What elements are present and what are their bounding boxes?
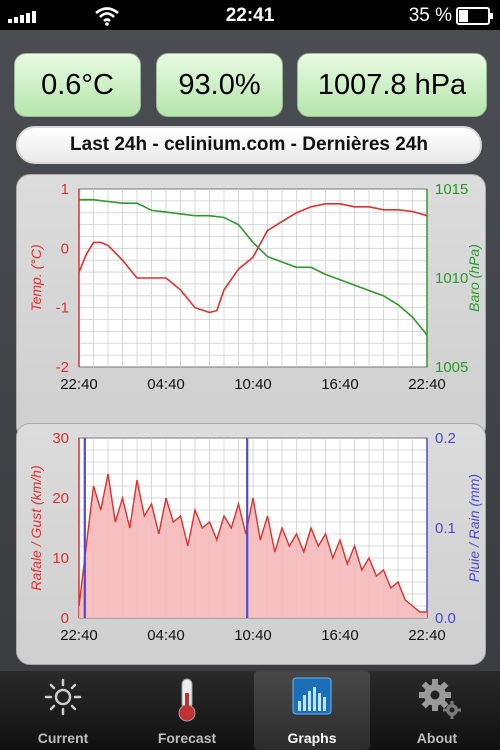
- gust-rain-chart-panel: 22:40 04:40 10:40 16:40 22:40 30 20 10 0 0.2 0.1 0.…: [16, 423, 486, 665]
- y-left-tick-label: -1: [56, 300, 69, 317]
- humidity-reading: 93.0%: [156, 53, 283, 117]
- y-left-tick-label: 1: [61, 181, 69, 198]
- y-left-tick-label: 0: [61, 610, 69, 627]
- y-left-tick-label: 30: [52, 430, 69, 447]
- tab-graphs[interactable]: Graphs: [254, 671, 370, 750]
- y-left-axis-label: Temp. (°C): [28, 244, 44, 311]
- x-tick-label: 22:40: [408, 627, 446, 644]
- temperature-pressure-chart: 22:40 04:40 10:40 16:40 22:40 1 0 -1 -2 1015 1010 1…: [28, 181, 482, 393]
- tab-bar: Current Forecast Graphs About: [0, 671, 500, 750]
- tab-forecast-label: Forecast: [157, 730, 217, 746]
- y-right-axis-label: Baro (hPa): [466, 244, 482, 312]
- y-right-tick-label: 0.1: [435, 520, 456, 537]
- y-left-tick-label: -2: [56, 359, 69, 376]
- y-right-tick-label: 1005: [435, 359, 468, 376]
- tab-about[interactable]: About: [379, 671, 495, 750]
- y-left-tick-label: 20: [52, 490, 69, 507]
- temperature-pressure-chart-panel: 22:40 04:40 10:40 16:40 22:40 1 0 -1 -2 1015 1010 1…: [16, 174, 486, 440]
- gust-rain-chart: 22:40 04:40 10:40 16:40 22:40 30 20 10 0 0.2 0.1 0.…: [28, 430, 482, 644]
- battery-percent: 35 %: [408, 5, 452, 26]
- tab-graphs-label: Graphs: [287, 730, 337, 746]
- x-tick-label: 04:40: [147, 627, 185, 644]
- y-right-tick-label: 0.2: [435, 430, 456, 447]
- status-bar: 22:41 35 %: [0, 0, 500, 30]
- bar-chart-icon: [292, 677, 332, 715]
- y-right-tick-label: 1010: [435, 270, 468, 287]
- x-tick-label: 22:40: [60, 627, 98, 644]
- x-tick-label: 22:40: [60, 376, 98, 393]
- y-right-tick-label: 1015: [435, 181, 468, 198]
- tab-about-label: About: [416, 730, 458, 746]
- x-tick-label: 04:40: [147, 376, 185, 393]
- x-tick-label: 16:40: [321, 376, 359, 393]
- thermometer-icon: [178, 678, 196, 722]
- y-right-tick-label: 0.0: [435, 610, 456, 627]
- tab-current[interactable]: Current: [5, 671, 121, 750]
- period-title: Last 24h - celinium.com - Dernières 24h: [16, 126, 482, 164]
- sun-icon: [44, 678, 82, 716]
- temperature-reading: 0.6°C: [14, 53, 141, 117]
- battery-icon: [456, 7, 493, 25]
- y-right-axis-label: Pluie / Rain (mm): [466, 474, 482, 582]
- pressure-reading: 1007.8 hPa: [297, 53, 487, 117]
- x-tick-label: 10:40: [234, 376, 272, 393]
- tab-forecast[interactable]: Forecast: [129, 671, 245, 750]
- tab-current-label: Current: [37, 730, 89, 746]
- y-left-axis-label: Rafale / Gust (km/h): [28, 465, 44, 590]
- gears-icon: [419, 679, 461, 719]
- y-left-tick-label: 0: [61, 240, 69, 257]
- y-left-tick-label: 10: [52, 550, 69, 567]
- app-content: 0.6°C 93.0% 1007.8 hPa Last 24h - celini…: [0, 30, 500, 671]
- x-tick-label: 10:40: [234, 627, 272, 644]
- x-tick-label: 16:40: [321, 627, 359, 644]
- x-tick-label: 22:40: [408, 376, 446, 393]
